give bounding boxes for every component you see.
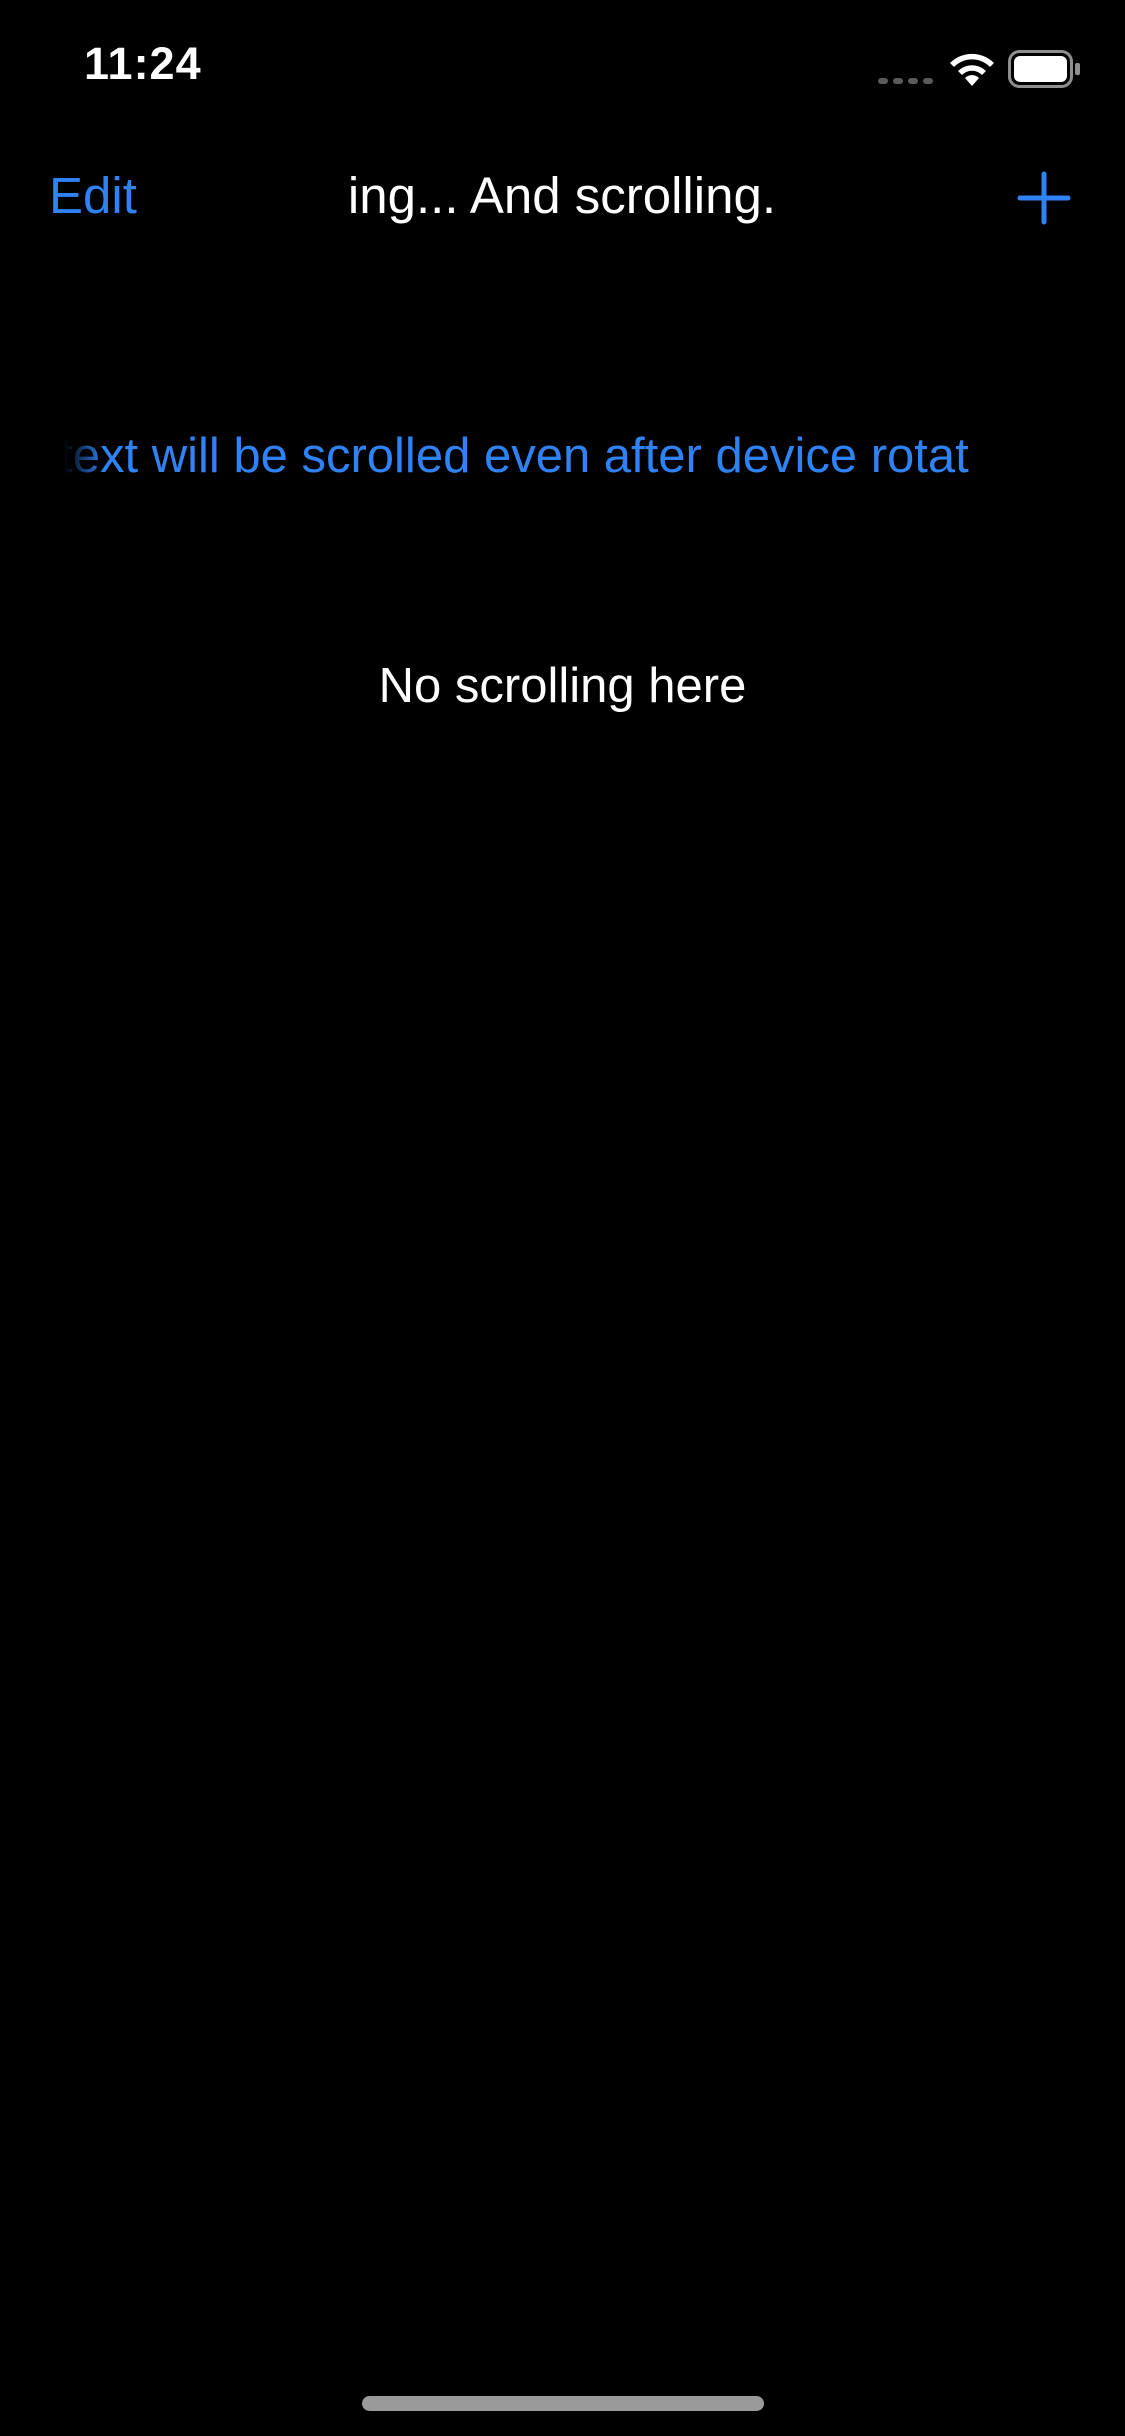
static-label: No scrolling here — [378, 659, 747, 713]
home-indicator[interactable] — [362, 2396, 764, 2411]
plus-icon[interactable] — [1016, 170, 1072, 226]
navigation-bar: Edit ing... And scrolling. — [0, 140, 1125, 260]
nav-title-container: ing... And scrolling. — [337, 162, 788, 232]
cellular-signal-icon — [878, 78, 933, 84]
status-bar: 11:24 — [0, 0, 1125, 132]
battery-icon — [1008, 50, 1080, 88]
nav-title: ing... And scrolling. — [347, 167, 776, 224]
marquee-text: s text will be scrolled even after devic… — [64, 429, 969, 483]
marquee-label: s text will be scrolled even after devic… — [64, 422, 1060, 494]
edit-button[interactable]: Edit — [49, 166, 137, 225]
wifi-icon — [950, 53, 994, 86]
marquee-fade-right — [1020, 422, 1060, 494]
status-time: 11:24 — [84, 38, 202, 89]
